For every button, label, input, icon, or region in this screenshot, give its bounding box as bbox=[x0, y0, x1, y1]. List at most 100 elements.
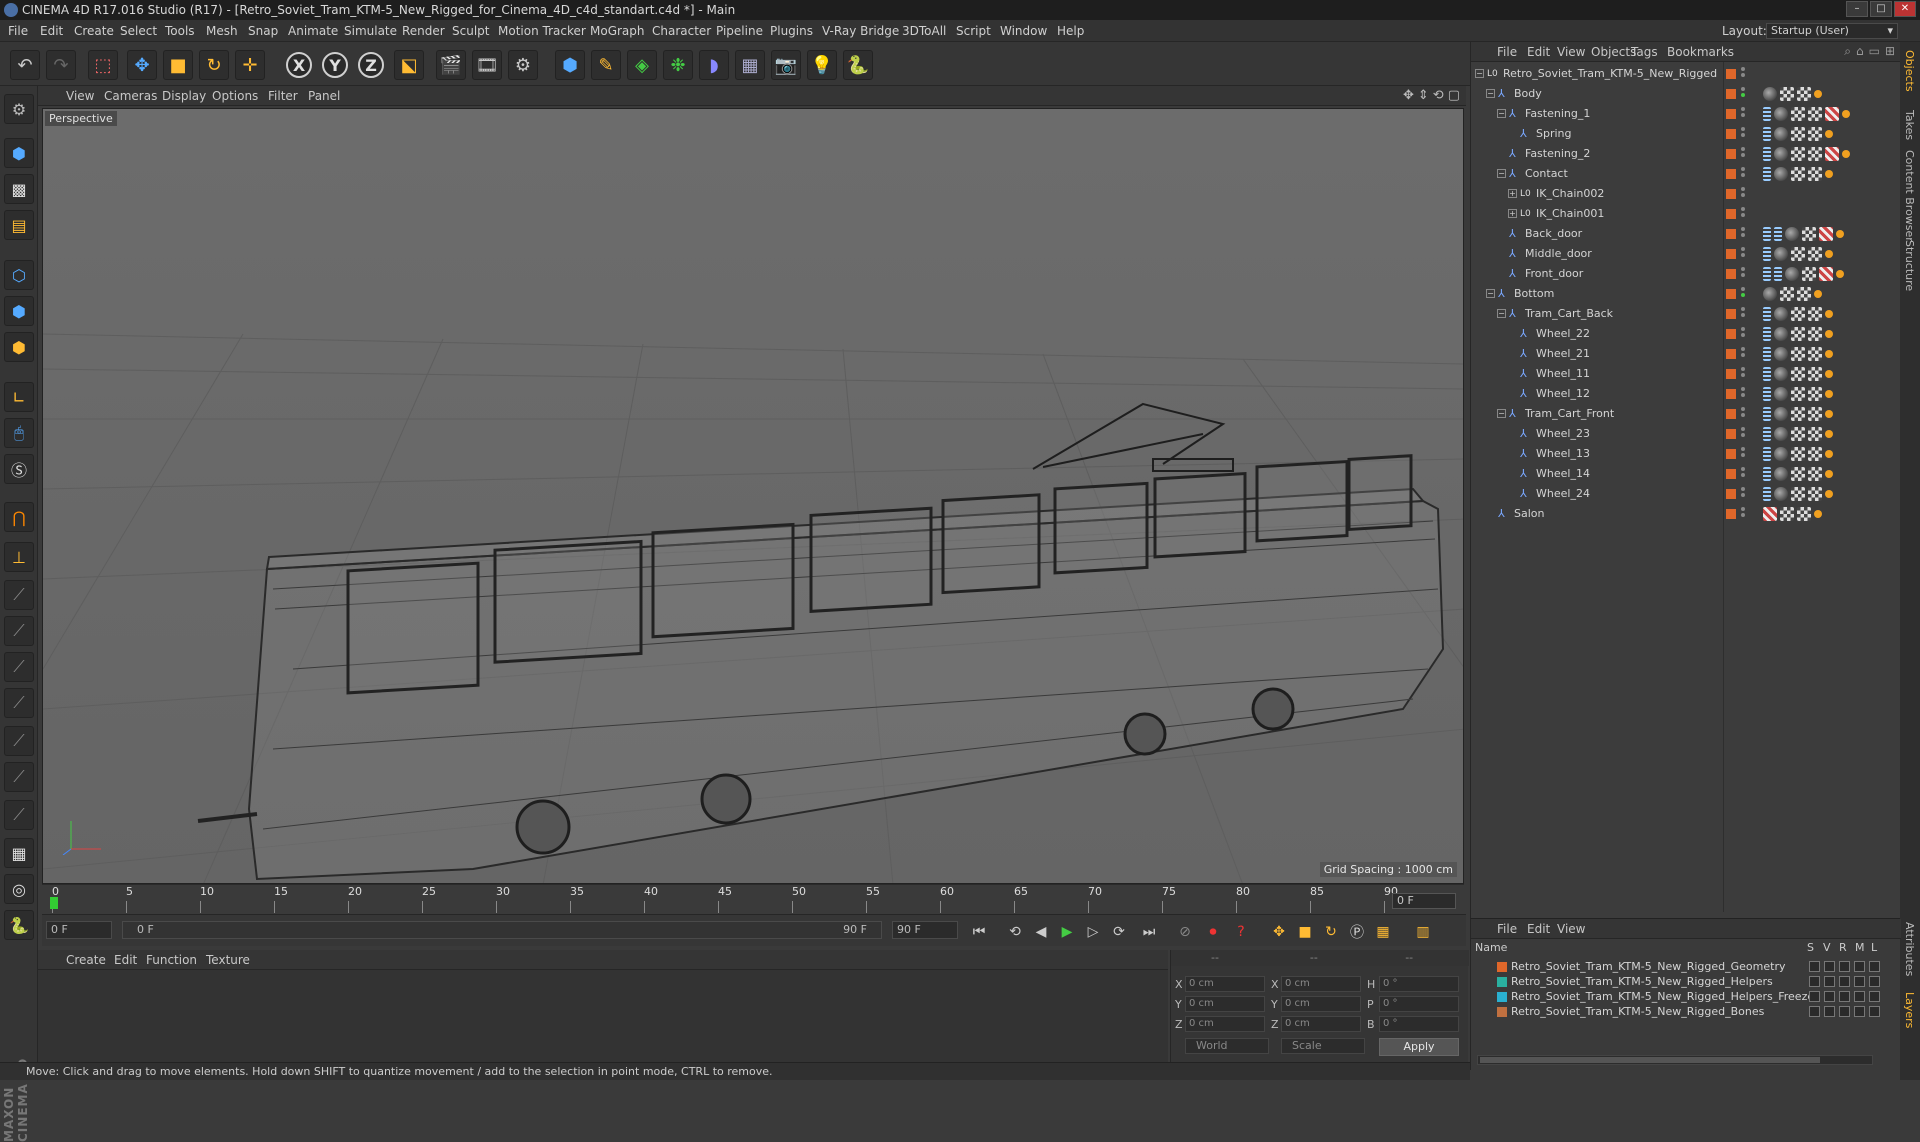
key-pla-button[interactable]: ▦ bbox=[1372, 921, 1394, 943]
menu-motion-tracker[interactable]: Motion Tracker bbox=[498, 20, 586, 42]
layer-manager-toggle[interactable] bbox=[1854, 961, 1865, 972]
texture-tag-icon[interactable] bbox=[1819, 267, 1833, 281]
ik-tag-icon[interactable] bbox=[1763, 267, 1771, 281]
layer-manager-toggle[interactable] bbox=[1854, 1006, 1865, 1017]
layer-row[interactable]: Retro_Soviet_Tram_KTM-5_New_Rigged_Helpe… bbox=[1471, 989, 1901, 1004]
visibility-dots[interactable] bbox=[1741, 487, 1745, 501]
scale-tool-button[interactable]: ■ bbox=[163, 50, 193, 80]
object-row[interactable]: ⅄ Wheel_23 bbox=[1471, 424, 1901, 444]
objects-menu-view[interactable]: View bbox=[1557, 42, 1585, 62]
visibility-dots[interactable] bbox=[1741, 447, 1745, 461]
start-frame-field[interactable]: 0 F bbox=[46, 921, 112, 939]
object-row[interactable]: − ⅄ Fastening_1 bbox=[1471, 104, 1901, 124]
zoom-icon[interactable]: ⇕ bbox=[1418, 88, 1429, 103]
texture-tag-icon[interactable] bbox=[1808, 427, 1822, 441]
ik-tag-icon[interactable] bbox=[1774, 267, 1782, 281]
layer-color-swatch[interactable] bbox=[1726, 129, 1736, 139]
visibility-dots[interactable] bbox=[1741, 67, 1745, 81]
tab-layers[interactable]: Layers bbox=[1903, 992, 1916, 1028]
layer-color-swatch[interactable] bbox=[1497, 977, 1507, 987]
texture-tag-icon[interactable] bbox=[1808, 147, 1822, 161]
layer-row[interactable]: Retro_Soviet_Tram_KTM-5_New_Rigged_Bones bbox=[1471, 1004, 1901, 1019]
menu-mesh[interactable]: Mesh bbox=[206, 20, 238, 42]
object-row[interactable]: ⅄ Spring bbox=[1471, 124, 1901, 144]
render-picture-viewer-button[interactable]: 🎞 bbox=[472, 50, 502, 80]
rot-b-field[interactable]: 0 ° bbox=[1379, 1016, 1459, 1032]
menu-select[interactable]: Select bbox=[120, 20, 157, 42]
menu-tools[interactable]: Tools bbox=[165, 20, 195, 42]
ik-tag-icon[interactable] bbox=[1763, 127, 1771, 141]
constraint-tag-icon[interactable] bbox=[1825, 410, 1833, 418]
material-sphere-tag-icon[interactable] bbox=[1774, 307, 1788, 321]
ik-tag-icon[interactable] bbox=[1763, 387, 1771, 401]
object-row[interactable]: ⅄ Fastening_2 bbox=[1471, 144, 1901, 164]
ik-tag-icon[interactable] bbox=[1763, 407, 1771, 421]
material-sphere-tag-icon[interactable] bbox=[1774, 487, 1788, 501]
texture-tag-icon[interactable] bbox=[1791, 147, 1805, 161]
menu-mograph[interactable]: MoGraph bbox=[590, 20, 645, 42]
knife-tool-button[interactable]: ⟋ bbox=[4, 800, 34, 830]
visibility-dots[interactable] bbox=[1741, 307, 1745, 321]
object-row[interactable]: ⅄ Front_door bbox=[1471, 264, 1901, 284]
constraint-tag-icon[interactable] bbox=[1842, 110, 1850, 118]
magnet-button[interactable]: ⋂ bbox=[4, 502, 34, 532]
texture-tag-icon[interactable] bbox=[1791, 347, 1805, 361]
layer-render-toggle[interactable] bbox=[1839, 1006, 1850, 1017]
render-settings-button[interactable]: ⚙ bbox=[508, 50, 538, 80]
texture-tag-icon[interactable] bbox=[1791, 307, 1805, 321]
texture-tag-icon[interactable] bbox=[1791, 327, 1805, 341]
layer-render-toggle[interactable] bbox=[1839, 961, 1850, 972]
ik-tag-icon[interactable] bbox=[1763, 107, 1771, 121]
layer-row[interactable]: Retro_Soviet_Tram_KTM-5_New_Rigged_Geome… bbox=[1471, 959, 1901, 974]
expand-icon[interactable]: + bbox=[1508, 209, 1517, 218]
layer-view-toggle[interactable] bbox=[1824, 976, 1835, 987]
undo-button[interactable]: ↶ bbox=[10, 50, 40, 80]
layer-solo-toggle[interactable] bbox=[1809, 976, 1820, 987]
layer-lock-toggle[interactable] bbox=[1869, 976, 1880, 987]
material-sphere-tag-icon[interactable] bbox=[1763, 287, 1777, 301]
texture-tag-icon[interactable] bbox=[1780, 87, 1794, 101]
menu-plugins[interactable]: Plugins bbox=[770, 20, 813, 42]
constraint-tag-icon[interactable] bbox=[1825, 170, 1833, 178]
viewport-menu-panel[interactable]: Panel bbox=[308, 86, 340, 106]
snap-button[interactable]: Ⓢ bbox=[4, 454, 34, 484]
key-rotation-button[interactable]: ↻ bbox=[1320, 921, 1342, 943]
layer-color-swatch[interactable] bbox=[1726, 469, 1736, 479]
material-sphere-tag-icon[interactable] bbox=[1763, 87, 1777, 101]
constraint-tag-icon[interactable] bbox=[1825, 390, 1833, 398]
material-menu-texture[interactable]: Texture bbox=[206, 950, 250, 970]
ik-tag-icon[interactable] bbox=[1763, 427, 1771, 441]
layer-manager-toggle[interactable] bbox=[1854, 976, 1865, 987]
layer-color-swatch[interactable] bbox=[1726, 389, 1736, 399]
menu-window[interactable]: Window bbox=[1000, 20, 1047, 42]
menu-simulate[interactable]: Simulate bbox=[344, 20, 397, 42]
constraint-tag-icon[interactable] bbox=[1836, 270, 1844, 278]
play-button[interactable]: ▶ bbox=[1056, 921, 1078, 943]
ik-tag-icon[interactable] bbox=[1763, 227, 1771, 241]
material-sphere-tag-icon[interactable] bbox=[1785, 227, 1799, 241]
texture-tag-icon[interactable] bbox=[1808, 447, 1822, 461]
previous-key-button[interactable]: ⟲ bbox=[1004, 921, 1026, 943]
material-sphere-tag-icon[interactable] bbox=[1774, 147, 1788, 161]
visibility-dots[interactable] bbox=[1741, 327, 1745, 341]
close-button[interactable]: ✕ bbox=[1894, 1, 1916, 17]
texture-tag-icon[interactable] bbox=[1808, 367, 1822, 381]
coordinate-system-button[interactable]: ⬕ bbox=[394, 50, 424, 80]
material-menu-edit[interactable]: Edit bbox=[114, 950, 137, 970]
object-row[interactable]: ⅄ Wheel_14 bbox=[1471, 464, 1901, 484]
visibility-dots[interactable] bbox=[1741, 127, 1745, 141]
visibility-dots[interactable] bbox=[1741, 467, 1745, 481]
object-row[interactable]: − ⅄ Bottom bbox=[1471, 284, 1901, 304]
texture-tag-icon[interactable] bbox=[1791, 387, 1805, 401]
layers-menu-edit[interactable]: Edit bbox=[1527, 919, 1550, 939]
x-axis-lock-button[interactable]: X bbox=[286, 52, 312, 78]
object-row[interactable]: − ⅄ Tram_Cart_Back bbox=[1471, 304, 1901, 324]
visibility-dots[interactable] bbox=[1741, 427, 1745, 441]
previous-frame-button[interactable]: ◀ bbox=[1030, 921, 1052, 943]
constraint-tag-icon[interactable] bbox=[1825, 430, 1833, 438]
material-sphere-tag-icon[interactable] bbox=[1774, 427, 1788, 441]
layout-dropdown[interactable]: Startup (User) ▾ bbox=[1766, 23, 1898, 39]
texture-tag-icon[interactable] bbox=[1802, 267, 1816, 281]
make-editable-button[interactable]: ⚙ bbox=[4, 94, 34, 124]
constraint-tag-icon[interactable] bbox=[1814, 90, 1822, 98]
